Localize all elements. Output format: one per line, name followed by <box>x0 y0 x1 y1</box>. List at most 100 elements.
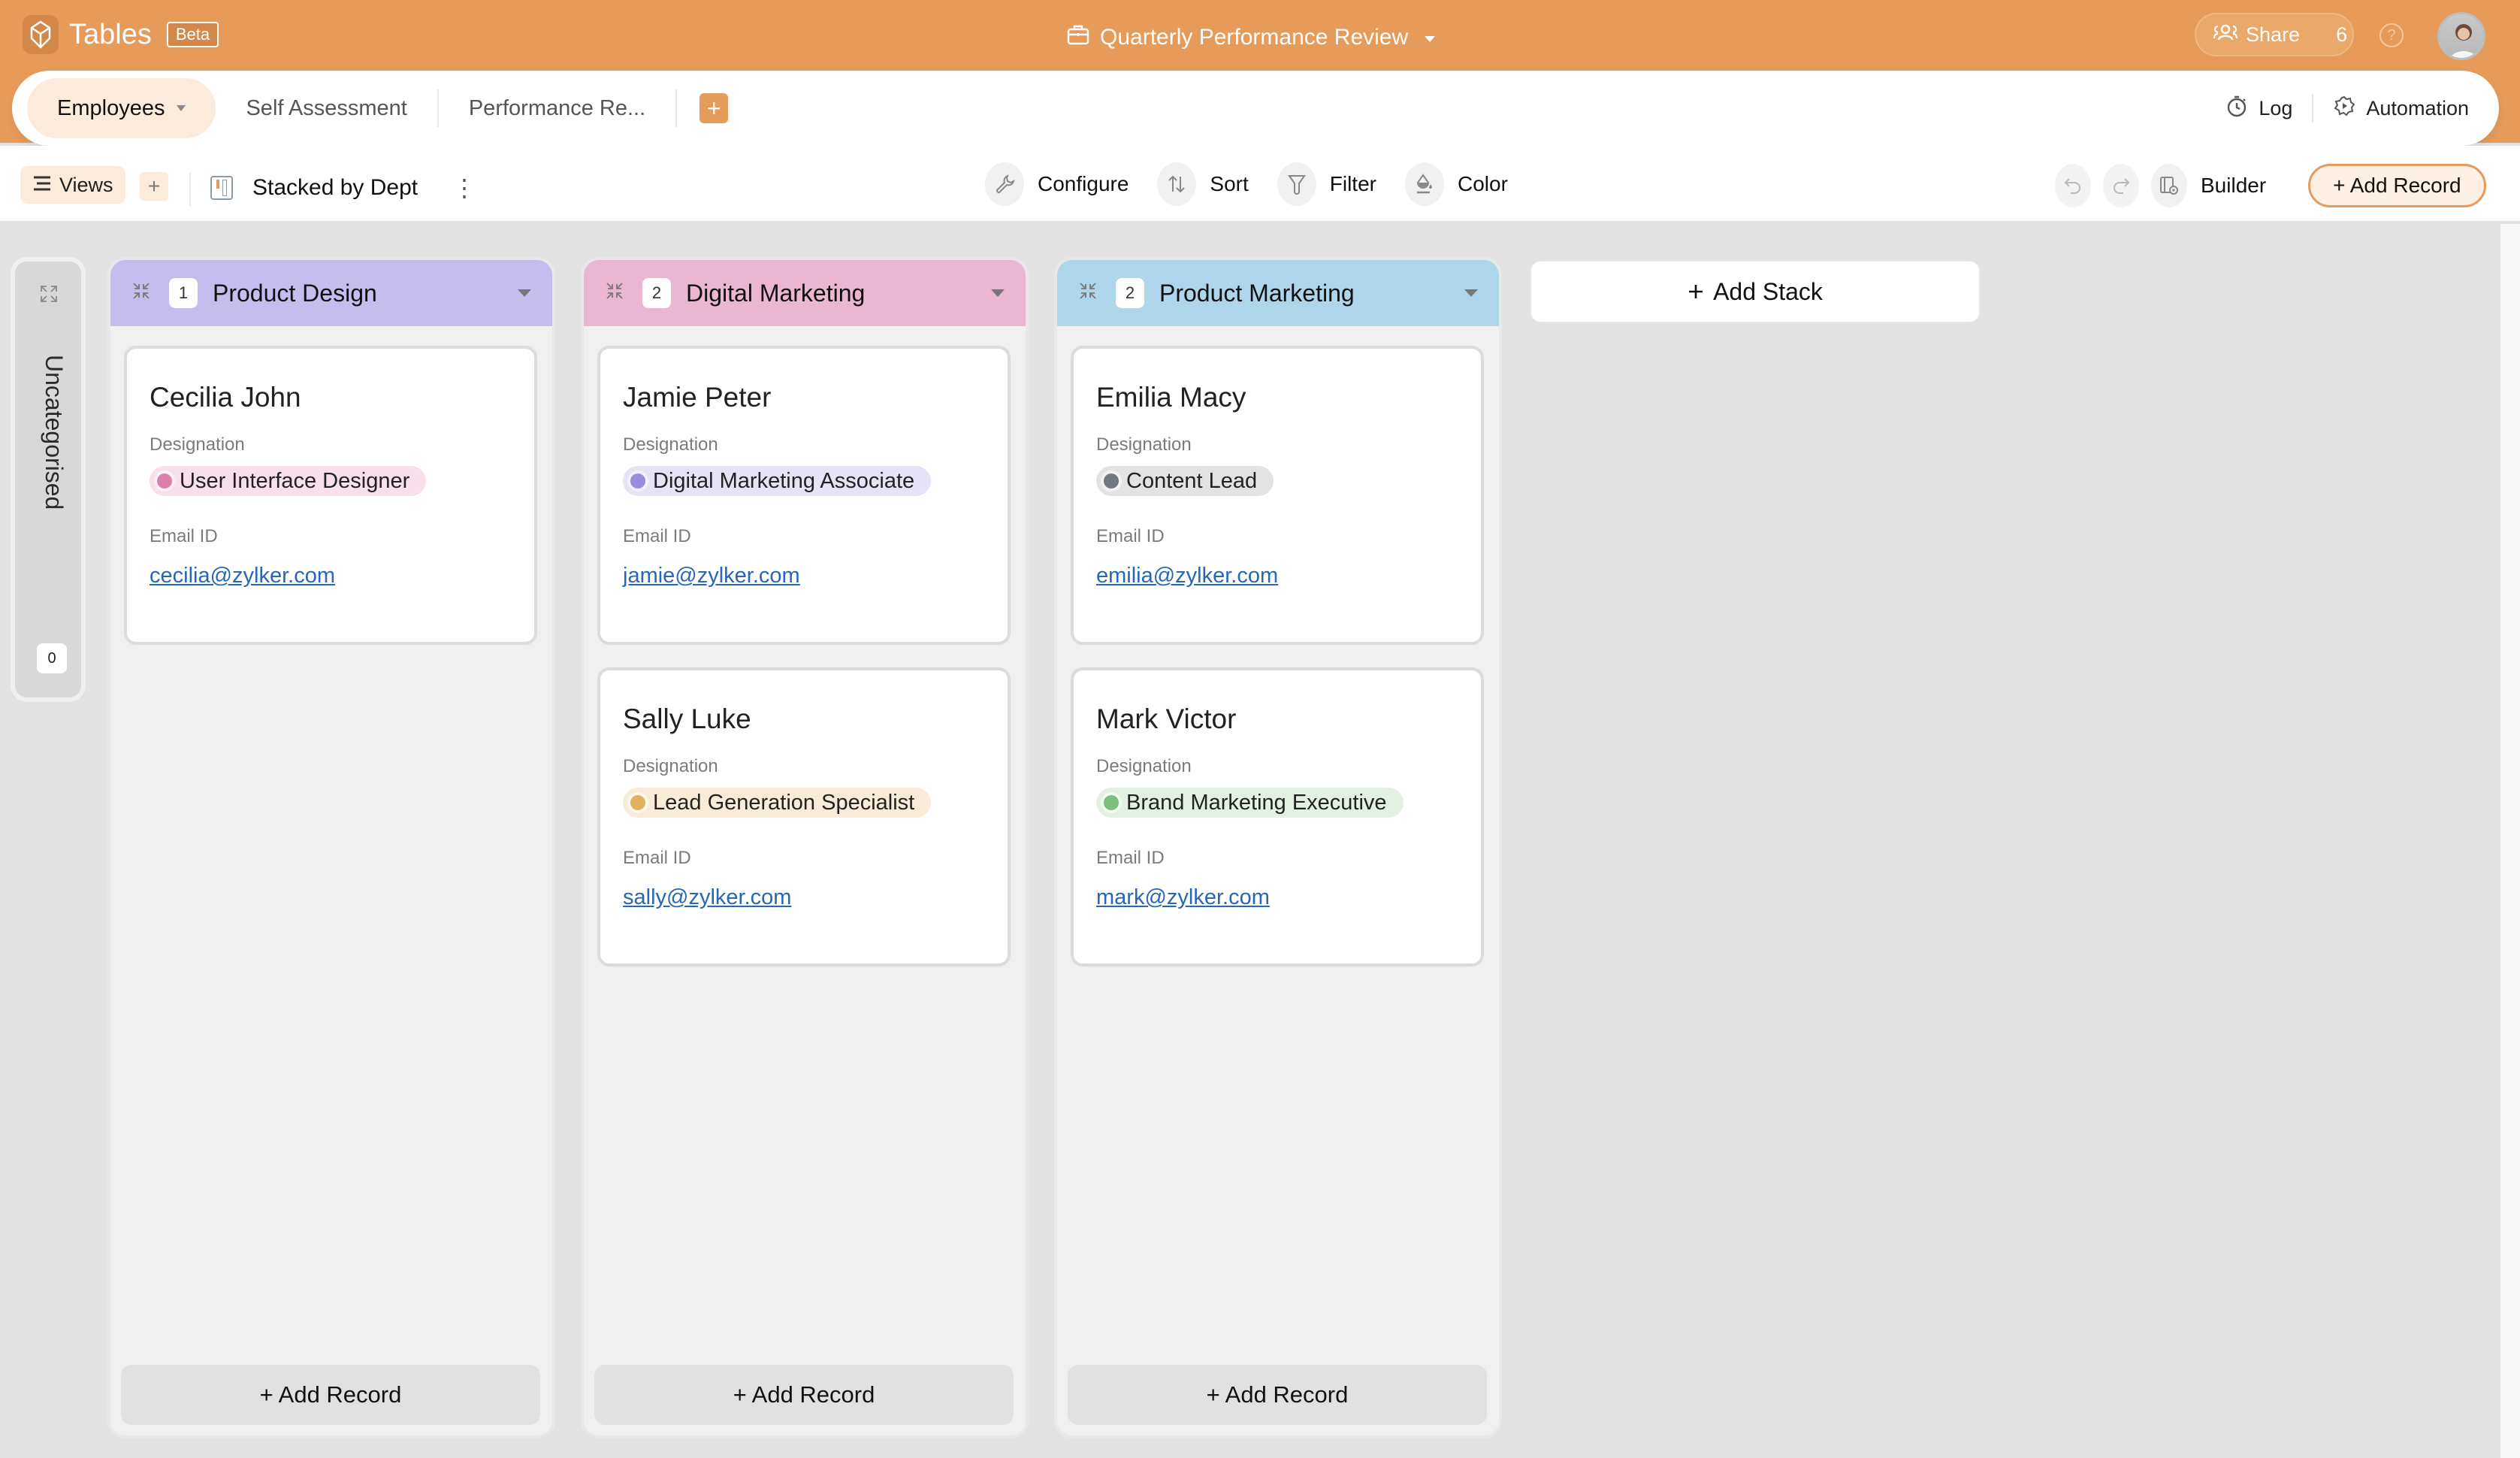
stack-header[interactable]: 1 Product Design <box>110 260 552 326</box>
share-button[interactable]: Share 6 <box>2195 13 2354 56</box>
more-options-icon[interactable]: ⋮ <box>452 174 476 202</box>
chevron-down-icon <box>1425 36 1436 42</box>
email-link[interactable]: jamie@zylker.com <box>623 564 985 588</box>
stack-title: Product Design <box>213 279 377 307</box>
tables-logo-icon <box>23 15 59 54</box>
share-count: 6 <box>2336 23 2348 46</box>
record-card[interactable]: Jamie Peter Designation Digital Marketin… <box>597 346 1011 645</box>
paint-drop-icon <box>1405 162 1444 206</box>
email-label: Email ID <box>623 526 691 546</box>
email-label: Email ID <box>1096 526 1165 546</box>
tab-performance-review[interactable]: Performance Re... <box>439 89 675 127</box>
sort-label: Sort <box>1210 172 1249 195</box>
users-icon <box>2213 23 2238 47</box>
email-label: Email ID <box>623 848 691 868</box>
stack-record-count: 1 <box>169 278 198 308</box>
stack-digital-marketing: 2 Digital Marketing Jamie Peter Designat… <box>581 257 1029 1438</box>
stack-header[interactable]: 2 Digital Marketing <box>584 260 1026 326</box>
stack-add-record-button[interactable]: + Add Record <box>1068 1365 1487 1425</box>
designation-label: Designation <box>150 434 245 455</box>
log-button[interactable]: Log <box>2225 95 2292 123</box>
vertical-scrollbar[interactable] <box>2500 224 2520 1458</box>
document-title-dropdown[interactable]: Quarterly Performance Review <box>1067 17 1436 59</box>
kanban-view-icon <box>210 176 233 200</box>
add-stack-button[interactable]: Add Stack <box>1530 260 1981 323</box>
designation-label: Designation <box>1096 434 1192 455</box>
email-link[interactable]: sally@zylker.com <box>623 885 985 910</box>
color-button[interactable]: Color <box>1405 162 1508 206</box>
view-toolbar: Views + Stacked by Dept ⋮ Configure Sort… <box>0 146 2520 221</box>
record-card[interactable]: Sally Luke Designation Lead Generation S… <box>597 667 1011 966</box>
divider <box>2312 94 2314 123</box>
builder-button[interactable]: Builder <box>2151 164 2266 207</box>
briefcase-icon <box>1067 24 1089 51</box>
add-stack-label: Add Stack <box>1713 277 1823 305</box>
filter-label: Filter <box>1329 172 1376 195</box>
help-icon[interactable]: ? <box>2379 23 2404 47</box>
designation-tag: Lead Generation Specialist <box>623 788 932 818</box>
stack-add-record-button[interactable]: + Add Record <box>594 1365 1014 1425</box>
tab-self-assessment[interactable]: Self Assessment <box>216 89 437 127</box>
stopwatch-icon <box>2225 95 2248 123</box>
tab-employees[interactable]: Employees <box>27 78 216 138</box>
record-card[interactable]: Emilia Macy Designation Content Lead Ema… <box>1071 346 1484 645</box>
designation-value: Brand Marketing Executive <box>1126 790 1387 815</box>
redo-icon[interactable] <box>2103 164 2139 207</box>
automation-button[interactable]: Automation <box>2333 95 2469 123</box>
user-avatar[interactable] <box>2437 12 2485 60</box>
designation-value: Lead Generation Specialist <box>653 790 915 815</box>
designation-label: Designation <box>623 434 718 455</box>
wrench-icon <box>985 162 1024 206</box>
chevron-down-icon[interactable] <box>991 289 1005 297</box>
sort-arrows-icon <box>1157 162 1197 206</box>
add-view-button[interactable]: + <box>140 172 168 201</box>
stack-record-count: 2 <box>642 278 671 308</box>
designation-value: Digital Marketing Associate <box>653 468 915 493</box>
record-card[interactable]: Cecilia John Designation User Interface … <box>124 346 537 645</box>
brand[interactable]: Tables Beta <box>23 15 219 54</box>
builder-settings-icon <box>2151 164 2187 207</box>
expand-icon[interactable] <box>39 284 59 309</box>
tag-dot <box>1104 473 1119 489</box>
collapse-icon[interactable] <box>131 281 154 306</box>
kanban-board: Uncategorised 0 1 Product Design Cecilia… <box>0 221 2500 1458</box>
email-link[interactable]: emilia@zylker.com <box>1096 564 1458 588</box>
employee-name: Jamie Peter <box>623 382 772 413</box>
email-label: Email ID <box>150 526 218 546</box>
filter-button[interactable]: Filter <box>1277 162 1376 206</box>
designation-value: User Interface Designer <box>180 468 410 493</box>
employee-name: Emilia Macy <box>1096 382 1246 413</box>
add-table-button[interactable]: + <box>699 93 729 123</box>
collapse-icon[interactable] <box>1078 281 1101 306</box>
configure-button[interactable]: Configure <box>985 162 1129 206</box>
list-icon <box>32 174 52 197</box>
current-view[interactable]: Stacked by Dept ⋮ <box>210 171 476 204</box>
views-label: Views <box>59 173 113 196</box>
add-record-button[interactable]: + Add Record <box>2308 164 2486 207</box>
views-button[interactable]: Views <box>20 166 125 204</box>
stack-product-marketing: 2 Product Marketing Emilia Macy Designat… <box>1054 257 1502 1438</box>
chevron-down-icon[interactable] <box>1464 289 1478 297</box>
uncategorised-stack-collapsed[interactable]: Uncategorised 0 <box>11 257 86 702</box>
email-link[interactable]: mark@zylker.com <box>1096 885 1458 910</box>
automation-gear-icon <box>2333 95 2355 123</box>
email-link[interactable]: cecilia@zylker.com <box>150 564 512 588</box>
undo-icon[interactable] <box>2055 164 2091 207</box>
stack-title: Product Marketing <box>1159 279 1355 307</box>
stack-header[interactable]: 2 Product Marketing <box>1057 260 1499 326</box>
configure-label: Configure <box>1038 172 1129 195</box>
divider <box>189 173 191 206</box>
collapse-icon[interactable] <box>605 281 627 306</box>
designation-label: Designation <box>1096 756 1192 776</box>
chevron-down-icon[interactable] <box>177 105 186 111</box>
stack-product-design: 1 Product Design Cecilia John Designatio… <box>107 257 555 1438</box>
tag-dot <box>630 473 645 489</box>
uncategorised-label: Uncategorised <box>41 355 68 510</box>
record-card[interactable]: Mark Victor Designation Brand Marketing … <box>1071 667 1484 966</box>
designation-tag: Digital Marketing Associate <box>623 466 932 496</box>
stack-add-record-button[interactable]: + Add Record <box>121 1365 540 1425</box>
sort-button[interactable]: Sort <box>1157 162 1249 206</box>
chevron-down-icon[interactable] <box>518 289 531 297</box>
employee-name: Cecilia John <box>150 382 301 413</box>
filter-funnel-icon <box>1277 162 1316 206</box>
